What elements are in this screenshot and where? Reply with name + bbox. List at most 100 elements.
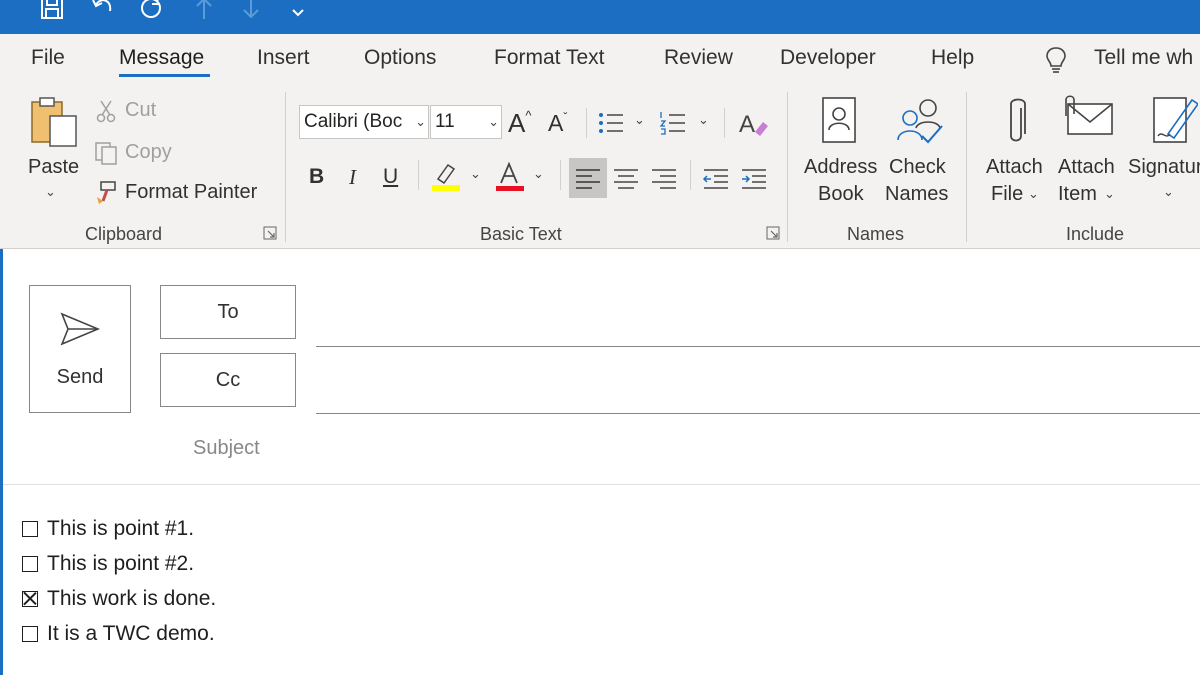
format-painter-icon[interactable] bbox=[92, 178, 120, 206]
send-button[interactable]: Send bbox=[29, 285, 131, 413]
checkbox-unchecked-icon[interactable] bbox=[22, 626, 38, 642]
italic-button[interactable]: I bbox=[349, 165, 356, 190]
shrink-font-icon[interactable]: Aˇ bbox=[548, 110, 567, 137]
signature-label[interactable]: Signatur bbox=[1128, 156, 1200, 179]
check-names-icon[interactable] bbox=[892, 96, 946, 148]
up-arrow-icon[interactable] bbox=[190, 0, 218, 22]
attach-file-icon[interactable] bbox=[1000, 96, 1032, 148]
font-color-icon[interactable] bbox=[494, 161, 526, 193]
tell-me-search[interactable]: Tell me wh bbox=[1094, 46, 1193, 70]
font-size-dropdown-icon[interactable]: ⌄ bbox=[488, 106, 499, 138]
checklist-item-text: This is point #2. bbox=[47, 552, 195, 575]
tab-review[interactable]: Review bbox=[664, 46, 733, 70]
to-field[interactable] bbox=[316, 346, 1200, 347]
attach-item-chevron-icon[interactable]: ⌄ bbox=[1104, 186, 1115, 202]
grow-font-icon[interactable]: A^ bbox=[508, 108, 531, 139]
copy-button[interactable]: Copy bbox=[125, 141, 172, 164]
numbering-chevron-icon[interactable]: ⌄ bbox=[698, 112, 709, 128]
attach-file-label-2[interactable]: File bbox=[991, 183, 1023, 206]
address-book-label-1[interactable]: Address bbox=[804, 156, 877, 179]
cut-button[interactable]: Cut bbox=[125, 99, 156, 122]
checklist-item-text: This work is done. bbox=[47, 587, 217, 610]
address-book-label-2[interactable]: Book bbox=[818, 183, 864, 206]
title-bar bbox=[0, 0, 1200, 34]
attach-item-icon[interactable] bbox=[1058, 94, 1114, 140]
inline-separator bbox=[560, 160, 561, 190]
font-color-chevron-icon[interactable]: ⌄ bbox=[533, 166, 544, 182]
checkbox-checked-icon[interactable] bbox=[22, 591, 38, 607]
dialog-launcher-icon[interactable] bbox=[263, 226, 277, 240]
clipboard-group-label: Clipboard bbox=[85, 224, 163, 244]
redo-icon[interactable] bbox=[135, 0, 167, 22]
checklist-item[interactable]: This is point #1. bbox=[22, 517, 194, 541]
signature-chevron-icon[interactable]: ⌄ bbox=[1163, 184, 1174, 200]
numbering-icon[interactable] bbox=[658, 108, 688, 138]
attach-item-label-2[interactable]: Item bbox=[1058, 183, 1097, 206]
checklist-item-text: It is a TWC demo. bbox=[47, 622, 215, 645]
font-size-combo[interactable]: 11 ⌄ bbox=[430, 105, 502, 139]
check-names-label-1[interactable]: Check bbox=[889, 156, 946, 179]
checkbox-unchecked-icon[interactable] bbox=[22, 556, 38, 572]
subject-field[interactable]: Subject bbox=[193, 437, 260, 460]
undo-icon[interactable] bbox=[87, 0, 119, 22]
save-icon[interactable] bbox=[36, 0, 68, 22]
names-group-label: Names bbox=[847, 224, 905, 244]
tab-help[interactable]: Help bbox=[931, 46, 974, 70]
cc-button[interactable]: Cc bbox=[160, 353, 296, 407]
inline-separator bbox=[586, 108, 587, 138]
bullets-chevron-icon[interactable]: ⌄ bbox=[634, 112, 645, 128]
align-right-icon[interactable] bbox=[648, 164, 680, 194]
ribbon: Paste ⌄ Cut Copy Format Painter Clipboar… bbox=[0, 84, 1200, 249]
font-name-value: Calibri (Boc bbox=[304, 111, 403, 132]
include-group-label: Include bbox=[1066, 224, 1125, 244]
tab-format-text[interactable]: Format Text bbox=[494, 46, 604, 70]
cut-icon[interactable] bbox=[94, 98, 118, 124]
tab-developer[interactable]: Developer bbox=[780, 46, 876, 70]
address-book-icon[interactable] bbox=[818, 96, 860, 146]
highlight-chevron-icon[interactable]: ⌄ bbox=[470, 166, 481, 182]
copy-icon[interactable] bbox=[92, 139, 120, 167]
font-size-value: 11 bbox=[435, 111, 455, 132]
tab-file[interactable]: File bbox=[31, 46, 65, 70]
tab-options[interactable]: Options bbox=[364, 46, 436, 70]
highlight-icon[interactable] bbox=[430, 161, 462, 193]
checklist-item[interactable]: It is a TWC demo. bbox=[22, 622, 215, 646]
paste-icon[interactable] bbox=[26, 96, 82, 148]
paste-chevron-icon[interactable]: ⌄ bbox=[45, 184, 56, 200]
clear-formatting-icon[interactable]: A bbox=[736, 108, 770, 138]
dialog-launcher-icon[interactable] bbox=[766, 226, 780, 240]
send-icon bbox=[60, 312, 101, 351]
bullets-icon[interactable] bbox=[596, 108, 626, 138]
underline-button[interactable]: U bbox=[383, 165, 398, 189]
customize-chevron-icon[interactable] bbox=[288, 0, 308, 22]
increase-indent-icon[interactable] bbox=[738, 164, 770, 194]
attach-file-label-1[interactable]: Attach bbox=[986, 156, 1043, 179]
format-painter-button[interactable]: Format Painter bbox=[125, 181, 257, 204]
check-names-label-2[interactable]: Names bbox=[885, 183, 948, 206]
lightbulb-icon bbox=[1043, 46, 1069, 79]
checklist-item[interactable]: This is point #2. bbox=[22, 552, 194, 576]
checkbox-unchecked-icon[interactable] bbox=[22, 521, 38, 537]
active-tab-indicator bbox=[119, 74, 210, 77]
down-arrow-icon[interactable] bbox=[237, 0, 265, 22]
cc-field[interactable] bbox=[316, 413, 1200, 414]
tab-insert[interactable]: Insert bbox=[257, 46, 310, 70]
paste-button[interactable]: Paste bbox=[28, 156, 79, 179]
to-button[interactable]: To bbox=[160, 285, 296, 339]
group-separator bbox=[966, 92, 967, 242]
checklist-item[interactable]: This work is done. bbox=[22, 587, 216, 611]
svg-text:A: A bbox=[739, 111, 755, 138]
inline-separator bbox=[724, 108, 725, 138]
tab-message[interactable]: Message bbox=[119, 46, 204, 70]
decrease-indent-icon[interactable] bbox=[700, 164, 732, 194]
align-left-icon[interactable] bbox=[572, 164, 604, 194]
bold-button[interactable]: B bbox=[309, 165, 324, 189]
attach-item-label-1[interactable]: Attach bbox=[1058, 156, 1115, 179]
align-center-icon[interactable] bbox=[610, 164, 642, 194]
font-name-combo[interactable]: Calibri (Boc ⌄ bbox=[299, 105, 429, 139]
checklist-item-text: This is point #1. bbox=[47, 517, 195, 540]
attach-file-chevron-icon[interactable]: ⌄ bbox=[1028, 186, 1039, 202]
inline-separator bbox=[418, 160, 419, 190]
signature-icon[interactable] bbox=[1150, 94, 1198, 146]
font-name-dropdown-icon[interactable]: ⌄ bbox=[413, 106, 426, 138]
